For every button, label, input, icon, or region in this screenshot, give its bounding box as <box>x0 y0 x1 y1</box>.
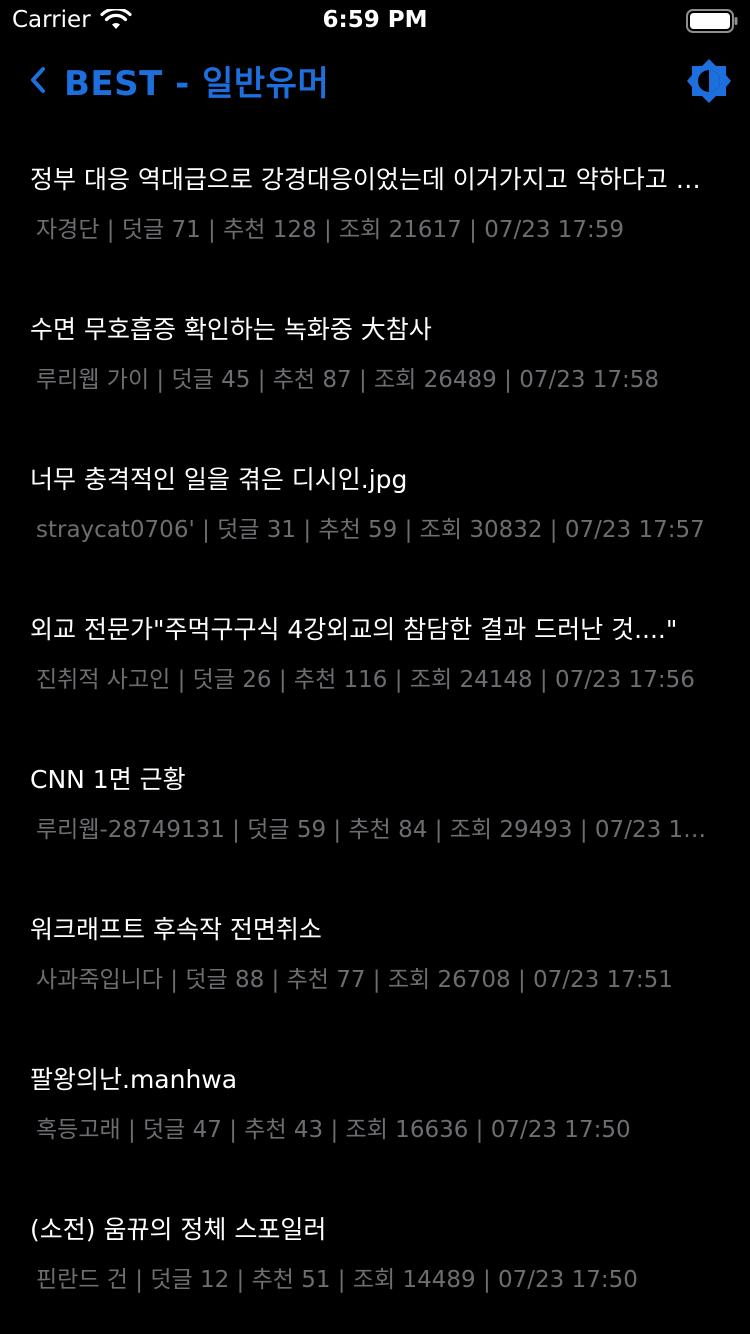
navigation-bar: BEST - 일반유머 <box>0 40 750 128</box>
list-item[interactable]: 정부 대응 역대급으로 강경대응이었는데 이거가지고 약하다고 하는 사람들 자… <box>0 130 750 280</box>
battery-icon <box>686 9 738 33</box>
post-meta: 진취적 사고인 | 덧글 26 | 추천 116 | 조회 24148 | 07… <box>36 667 695 693</box>
list-item[interactable]: 워크래프트 후속작 전면취소 사과죽입니다 | 덧글 88 | 추천 77 | … <box>0 880 750 1030</box>
list-item[interactable]: 외교 전문가"주먹구구식 4강외교의 참담한 결과 드러난 것...." 진취적… <box>0 580 750 730</box>
list-item[interactable]: 수면 무호흡증 확인하는 녹화중 大참사 루리웹 가이 | 덧글 45 | 추천… <box>0 280 750 430</box>
list-item[interactable]: CNN 1면 근황 루리웹-28749131 | 덧글 59 | 추천 84 |… <box>0 730 750 880</box>
list-item[interactable]: 팔왕의난.manhwa 혹등고래 | 덧글 47 | 추천 43 | 조회 16… <box>0 1030 750 1180</box>
post-meta: straycat0706' | 덧글 31 | 추천 59 | 조회 30832… <box>36 517 705 543</box>
post-title: 외교 전문가"주먹구구식 4강외교의 참담한 결과 드러난 것...." <box>30 615 678 644</box>
list-item[interactable]: (소전) 움뀨의 정체 스포일러 핀란드 건 | 덧글 12 | 추천 51 |… <box>0 1180 750 1330</box>
status-time: 6:59 PM <box>322 7 428 33</box>
post-meta: 핀란드 건 | 덧글 12 | 추천 51 | 조회 14489 | 07/23… <box>36 1267 638 1293</box>
post-meta: 루리웹 가이 | 덧글 45 | 추천 87 | 조회 26489 | 07/2… <box>36 367 660 393</box>
post-title: (소전) 움뀨의 정체 스포일러 <box>30 1215 327 1244</box>
post-meta: 루리웹-28749131 | 덧글 59 | 추천 84 | 조회 29493 … <box>36 817 718 843</box>
post-meta: 자경단 | 덧글 71 | 추천 128 | 조회 21617 | 07/23 … <box>36 217 625 243</box>
post-list: 정부 대응 역대급으로 강경대응이었는데 이거가지고 약하다고 하는 사람들 자… <box>0 130 750 1330</box>
list-item[interactable]: 너무 충격적인 일을 겪은 디시인.jpg straycat0706' | 덧글… <box>0 430 750 580</box>
post-meta: 사과죽입니다 | 덧글 88 | 추천 77 | 조회 26708 | 07/2… <box>36 967 673 993</box>
status-bar: Carrier 6:59 PM <box>0 0 750 40</box>
post-title: 수면 무호흡증 확인하는 녹화중 大참사 <box>30 315 432 344</box>
post-title: CNN 1면 근황 <box>30 765 186 794</box>
post-title: 너무 충격적인 일을 겪은 디시인.jpg <box>30 465 408 494</box>
page-title: BEST - 일반유머 <box>64 63 330 104</box>
back-button[interactable]: BEST - 일반유머 <box>28 58 330 104</box>
post-title: 정부 대응 역대급으로 강경대응이었는데 이거가지고 약하다고 하는 사람들 <box>30 165 720 194</box>
brightness-icon[interactable] <box>686 58 732 104</box>
post-title: 워크래프트 후속작 전면취소 <box>30 915 322 944</box>
chevron-left-icon <box>31 67 45 93</box>
post-title: 팔왕의난.manhwa <box>30 1065 238 1094</box>
post-meta: 혹등고래 | 덧글 47 | 추천 43 | 조회 16636 | 07/23 … <box>36 1117 631 1143</box>
